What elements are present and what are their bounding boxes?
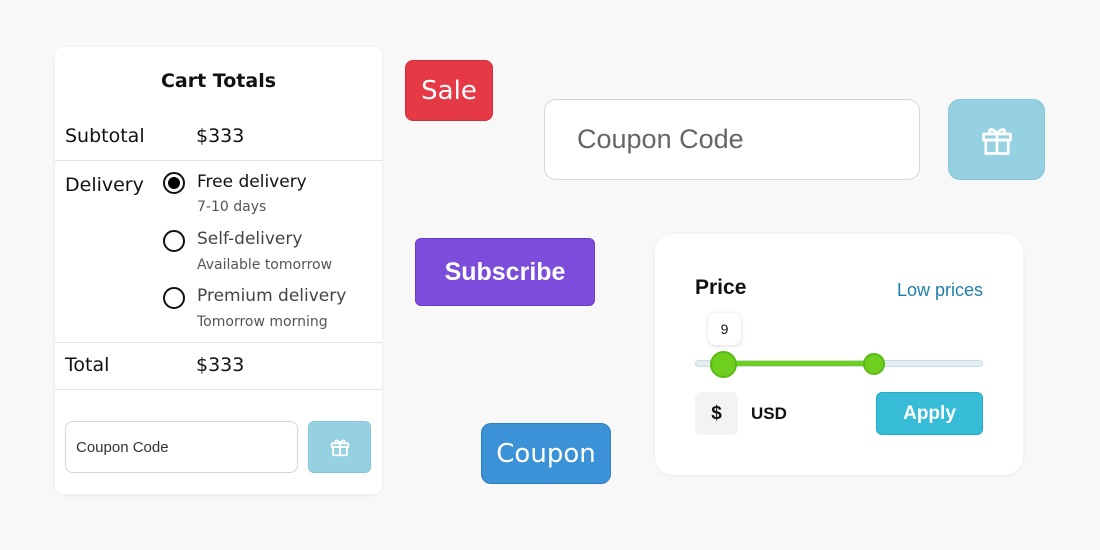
radio-premium-delivery[interactable] [163,287,185,309]
price-slider-min-handle[interactable] [710,350,738,378]
price-slider-max-handle[interactable] [862,353,885,375]
option-title-self-delivery: Self-delivery [197,229,303,249]
sale-badge[interactable]: Sale [405,60,493,121]
gift-icon [981,127,1012,155]
apply-button[interactable]: Apply [876,392,983,435]
coupon-code-input[interactable]: Coupon Code [65,421,298,473]
coupon-code-placeholder: Coupon Code [577,124,744,154]
option-title-free-delivery: Free delivery [197,172,307,192]
subtotal-label: Subtotal [65,125,145,147]
total-value: $333 [196,354,245,376]
currency-symbol: $ [695,392,738,435]
coupon-button[interactable]: Coupon [481,423,611,484]
total-label: Total [65,354,110,376]
gift-icon [330,439,349,457]
coupon-code-input-large[interactable]: Coupon Code [544,99,920,180]
radio-self-delivery[interactable] [163,230,185,252]
price-filter-card: Price Low prices 9 $ USD Apply [655,234,1023,475]
divider [55,160,382,161]
low-prices-link[interactable]: Low prices [897,280,983,301]
price-title: Price [695,276,747,299]
gift-button[interactable] [308,421,371,473]
coupon-code-placeholder: Coupon Code [76,438,169,456]
currency-code: USD [751,404,787,423]
subtotal-value: $333 [196,125,245,147]
cart-title: Cart Totals [160,70,277,92]
divider [55,342,382,343]
option-title-premium-delivery: Premium delivery [197,286,347,306]
price-slider-range [723,361,874,366]
cart-totals-card: Cart Totals Subtotal $333 Delivery Free … [55,47,382,494]
radio-free-delivery[interactable] [163,172,185,194]
slider-value-tooltip: 9 [708,313,741,345]
option-subtitle-premium-delivery: Tomorrow morning [197,314,328,330]
option-subtitle-free-delivery: 7-10 days [197,199,267,215]
divider [55,389,382,390]
gift-button-large[interactable] [948,99,1045,180]
subscribe-button[interactable]: Subscribe [415,238,595,306]
option-subtitle-self-delivery: Available tomorrow [197,257,333,273]
delivery-label: Delivery [65,174,144,196]
